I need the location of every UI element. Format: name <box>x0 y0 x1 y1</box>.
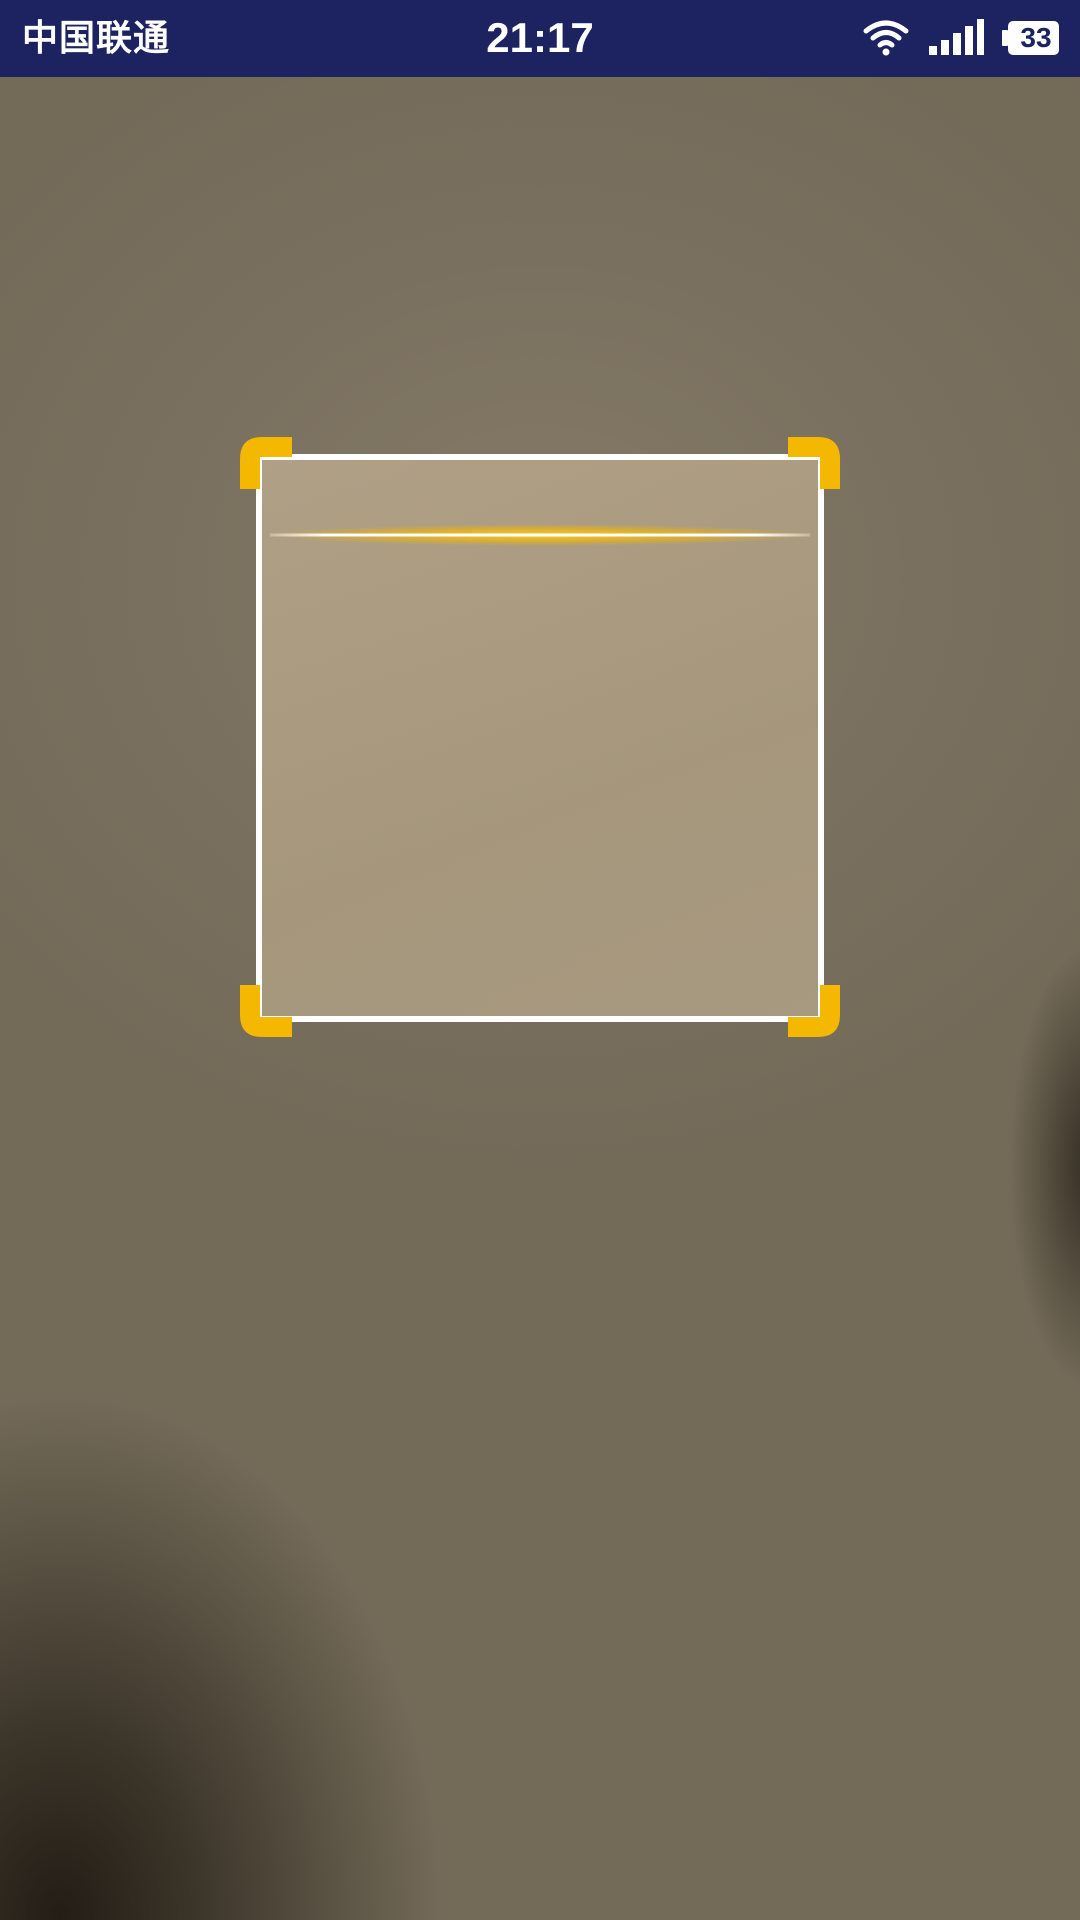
scan-line <box>268 524 812 546</box>
status-time: 21:17 <box>486 14 594 61</box>
qr-scanner-screen: 中国联通 21:17 33 <box>0 0 1080 1920</box>
signal-icon <box>929 19 984 55</box>
scan-corner-bottom-right-icon <box>788 985 840 1037</box>
scan-corner-top-left-icon <box>240 437 292 489</box>
scan-corner-top-right-icon <box>788 437 840 489</box>
status-bar: 中国联通 21:17 33 <box>0 0 1080 77</box>
battery-level: 33 <box>1020 22 1052 53</box>
wifi-icon <box>863 20 909 56</box>
scan-corner-bottom-left-icon <box>240 985 292 1037</box>
